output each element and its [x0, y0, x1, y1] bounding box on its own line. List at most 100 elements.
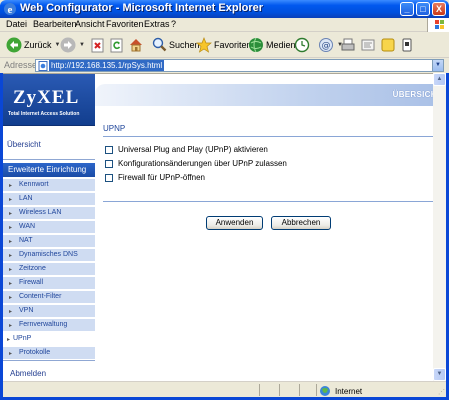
sidebar-item-protokolle[interactable]: ▸ Protokolle [3, 347, 95, 360]
sidebar-item-vpn[interactable]: ▸ VPN [3, 305, 95, 318]
nav-overview[interactable]: Übersicht [3, 126, 95, 160]
page-icon [38, 61, 48, 71]
address-dropdown-icon[interactable]: ▼ [432, 60, 443, 71]
media-button[interactable]: Medien [248, 35, 296, 55]
discuss-button[interactable] [380, 35, 396, 55]
upnp-enable-checkbox[interactable] [105, 145, 113, 154]
sidebar-item-lan[interactable]: ▸ LAN [3, 193, 95, 206]
web-page: ZyXEL Total Internet Access Solution Übe… [3, 73, 446, 381]
back-button[interactable]: Zurück ▼ [6, 35, 60, 55]
upnp-firewall-label: Firewall für UPnP-öffnen [118, 173, 205, 182]
cancel-button[interactable]: Abbrechen [271, 216, 331, 230]
apply-button[interactable]: Anwenden [206, 216, 263, 230]
address-url: http://192.168.135.1/rpSys.html [49, 60, 165, 71]
sidebar-item-wan[interactable]: ▸ WAN [3, 221, 95, 234]
history-clock-icon [294, 37, 310, 53]
menu-ansicht[interactable]: Ansicht [75, 19, 105, 29]
sidebar-item-kennwort[interactable]: ▸ Kennwort [3, 179, 95, 192]
sidebar-item-label: Dynamisches DNS [19, 251, 78, 258]
window-title: Web Configurator - Microsoft Internet Ex… [20, 2, 264, 14]
status-bar: Internet ⋰ [3, 381, 446, 397]
menu-extras[interactable]: Extras [144, 19, 170, 29]
discuss-icon [381, 38, 395, 52]
sidebar-item-nat[interactable]: ▸ NAT [3, 235, 95, 248]
forward-dropdown-icon[interactable]: ▼ [79, 42, 85, 48]
maximize-button[interactable]: □ [416, 2, 430, 16]
sidebar-item-fernverwaltung[interactable]: ▸ Fernverwaltung [3, 319, 95, 332]
chevron-right-icon: ▸ [9, 239, 13, 245]
close-button[interactable]: X [432, 2, 446, 16]
sidebar-item-label: Protokolle [19, 349, 51, 356]
window-titlebar: e Web Configurator - Microsoft Internet … [0, 0, 449, 18]
upnp-enable-label: Universal Plug and Play (UPnP) aktiviere… [118, 145, 268, 154]
refresh-button[interactable] [110, 35, 124, 55]
security-zone-label: Internet [335, 386, 363, 396]
chevron-right-icon: ▸ [9, 183, 13, 189]
menu-favoriten[interactable]: Favoriten [106, 19, 144, 29]
edit-icon [361, 39, 375, 51]
status-divider [299, 384, 300, 396]
address-label: Adresse [4, 60, 38, 70]
resize-grip-icon[interactable]: ⋰ [438, 388, 445, 396]
sidebar-item-label: UPnP [13, 335, 32, 342]
messenger-button[interactable] [400, 35, 414, 55]
upnp-config-checkbox[interactable] [105, 159, 113, 168]
sidebar-item-upnp[interactable]: ▸ UPnP [3, 333, 95, 346]
favorites-button[interactable]: Favoriten [196, 35, 252, 55]
edit-button[interactable] [360, 35, 376, 55]
upnp-firewall-checkbox[interactable] [105, 173, 113, 182]
forward-button[interactable]: ▼ [60, 35, 85, 55]
chevron-right-icon: ▸ [9, 323, 13, 329]
chevron-right-icon: ▸ [9, 197, 13, 203]
vertical-scrollbar[interactable]: ▲ ▼ [433, 73, 446, 381]
divider [103, 136, 443, 137]
upnp-firewall-option[interactable]: Firewall für UPnP-öffnen [105, 173, 205, 182]
sidebar-item-label: NAT [19, 237, 33, 244]
search-button[interactable]: Suchen [152, 35, 200, 55]
security-zone: Internet [319, 385, 362, 397]
minimize-button[interactable]: _ [400, 2, 414, 16]
chevron-right-icon: ▸ [9, 267, 13, 273]
sidebar-item-zeitzone[interactable]: ▸ Zeitzone [3, 263, 95, 276]
upnp-enable-option[interactable]: Universal Plug and Play (UPnP) aktiviere… [105, 145, 268, 154]
scroll-down-icon[interactable]: ▼ [433, 368, 446, 381]
sidebar-item-label: Kennwort [19, 181, 49, 188]
sidebar-item-content-filter[interactable]: ▸ Content-Filter [3, 291, 95, 304]
chevron-right-icon: ▸ [9, 295, 13, 301]
logo-tagline: Total Internet Access Solution [8, 111, 80, 117]
address-bar: Adresse http://192.168.135.1/rpSys.html … [0, 58, 449, 73]
chevron-right-icon: ▸ [9, 281, 13, 287]
upnp-config-option[interactable]: Konfigurationsänderungen über UPnP zulas… [105, 159, 287, 168]
zyxel-logo: ZyXEL Total Internet Access Solution [3, 74, 95, 126]
media-label: Medien [266, 40, 296, 50]
home-button[interactable] [128, 35, 144, 55]
menu-help[interactable]: ? [171, 19, 176, 29]
sidebar-item-label: Content-Filter [19, 293, 62, 300]
scroll-up-icon[interactable]: ▲ [433, 73, 446, 86]
svg-text:e: e [8, 4, 13, 16]
status-divider [279, 384, 280, 396]
sidebar-item-label: Wireless LAN [19, 209, 62, 216]
chevron-right-icon: ▸ [9, 225, 13, 231]
stop-button[interactable] [91, 35, 105, 55]
address-input[interactable]: http://192.168.135.1/rpSys.html ▼ [35, 59, 444, 72]
back-arrow-icon [6, 37, 22, 53]
search-label: Suchen [169, 40, 200, 50]
history-button[interactable] [294, 35, 310, 55]
print-button[interactable] [340, 35, 356, 55]
refresh-icon [110, 38, 123, 53]
page-title: UPNP [103, 124, 126, 133]
nav-section-advanced[interactable]: Erweiterte Einrichtung [3, 163, 95, 177]
messenger-icon [402, 38, 412, 52]
sidebar-item-label: LAN [19, 195, 33, 202]
page-header: ÜBERSICHT [95, 84, 446, 106]
menu-bearbeiten[interactable]: Bearbeiten [33, 19, 77, 29]
mail-icon: @ [319, 38, 333, 52]
nav-logout[interactable]: Abmelden [3, 360, 95, 381]
sidebar-item-dynamisches-dns[interactable]: ▸ Dynamisches DNS [3, 249, 95, 262]
menu-datei[interactable]: Datei [6, 19, 27, 29]
sidebar-item-firewall[interactable]: ▸ Firewall [3, 277, 95, 290]
divider [103, 201, 443, 202]
internet-explorer-icon: e [4, 3, 16, 16]
sidebar-item-wireless-lan[interactable]: ▸ Wireless LAN [3, 207, 95, 220]
